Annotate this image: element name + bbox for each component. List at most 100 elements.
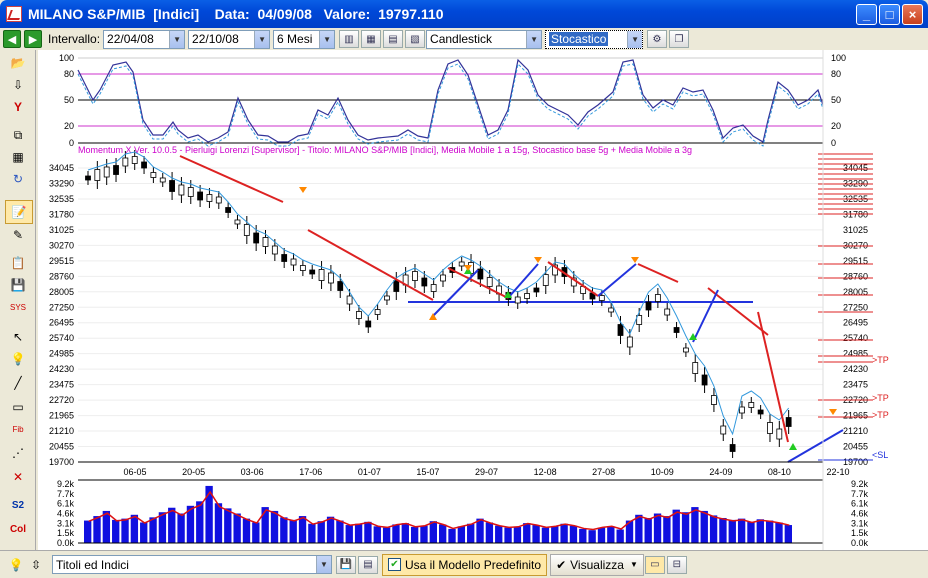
save-icon[interactable]: 💾 (336, 555, 356, 574)
volume-bar (270, 510, 279, 543)
chevron-down-icon[interactable]: ▼ (319, 30, 335, 48)
chart-bars-icon[interactable]: ▥ (339, 30, 360, 48)
candle-body (262, 237, 269, 247)
candle-body (374, 309, 381, 315)
list-select[interactable]: Titoli ed Indici ▼ (52, 555, 332, 574)
lightbulb-icon[interactable]: 💡 (6, 556, 26, 574)
candle-body (234, 219, 241, 225)
edit-icon[interactable]: ✎ (8, 226, 28, 244)
chart-type-value: Candlestick (430, 32, 493, 46)
price-tick-left: 31780 (49, 209, 74, 219)
volume-bar (308, 523, 316, 543)
price-tick-left: 21965 (49, 411, 74, 421)
interval-label: Intervallo: (48, 32, 101, 46)
chevron-down-icon[interactable]: ▼ (627, 30, 643, 48)
volume-bar (214, 503, 223, 543)
close-button[interactable]: × (902, 4, 923, 25)
chart-icon[interactable]: ▦ (8, 148, 28, 166)
layout-single-icon[interactable]: ▭ (644, 555, 665, 574)
price-tick-left: 25740 (49, 333, 74, 343)
price-tick-left: 21210 (49, 426, 74, 436)
yahoo-icon[interactable]: Y (8, 98, 28, 116)
candle-body (608, 307, 615, 313)
trend-line-icon[interactable]: ⋰ (8, 444, 28, 462)
maximize-button[interactable]: □ (879, 4, 900, 25)
toolbar: ◀ ▶ Intervallo: 22/04/08 ▼ 22/10/08 ▼ 6 Me… (0, 28, 928, 50)
volume-bar (579, 528, 587, 543)
chart-svg[interactable]: Momentum X Ver. 10.0.5 - Pierluigi Loren… (38, 50, 928, 550)
draw-line-icon[interactable]: ╱ (8, 374, 28, 392)
chevron-down-icon[interactable]: ▼ (316, 556, 331, 573)
chart-layers-icon[interactable]: ▧ (405, 30, 426, 48)
chart-zoom-icon[interactable]: ▦ (361, 30, 382, 48)
chevron-down-icon[interactable]: ▼ (169, 30, 185, 48)
volume-bar (569, 525, 578, 543)
date-tick: 01-07 (358, 467, 381, 477)
save-icon[interactable]: 💾 (8, 276, 28, 294)
candle-body (215, 196, 222, 204)
stoch-tick-right: 100 (831, 53, 846, 63)
candle-body (309, 269, 316, 275)
price-tick-left: 30270 (49, 240, 74, 250)
volume-bar (93, 516, 101, 543)
volume-tick-left: 9.2k (57, 479, 75, 489)
chevron-down-icon[interactable]: ▼ (254, 30, 270, 48)
price-tick-right: 21965 (843, 411, 868, 421)
open-folder-icon[interactable]: 📂 (8, 54, 28, 72)
candle-body (654, 294, 661, 302)
volume-bar (102, 510, 111, 543)
forward-arrow-icon[interactable]: ▶ (24, 30, 42, 48)
price-tick-right: 20455 (843, 442, 868, 452)
settings-icon[interactable]: ▤ (358, 555, 378, 574)
price-tick-right: 19700 (843, 457, 868, 467)
notes-icon[interactable]: 📝 (5, 200, 33, 224)
date-to-select[interactable]: 22/10/08 ▼ (188, 29, 271, 49)
chart-type-select[interactable]: Candlestick ▼ (426, 29, 543, 49)
back-arrow-icon[interactable]: ◀ (3, 30, 21, 48)
candle-body (206, 194, 213, 202)
candle-body (720, 425, 727, 435)
pointer-icon[interactable]: ↖ (8, 328, 28, 346)
date-from-select[interactable]: 22/04/08 ▼ (103, 29, 186, 49)
splitter-icon[interactable]: ⇳ (26, 556, 46, 574)
layout-split-icon[interactable]: ⊟ (666, 555, 687, 574)
trend-line-red (707, 287, 769, 336)
rectangle-icon[interactable]: ▭ (8, 398, 28, 416)
date-to-value: 22/10/08 (192, 32, 239, 46)
indicator-select[interactable]: Stocastico ▼ (545, 29, 644, 49)
price-tick-right: 25740 (843, 333, 868, 343)
delete-icon[interactable]: ✕ (8, 468, 28, 486)
volume-tick-left: 1.5k (57, 528, 75, 538)
chart-grid-icon[interactable]: ▤ (383, 30, 404, 48)
volume-bar (410, 526, 419, 543)
color-icon[interactable]: Col (8, 520, 28, 538)
price-tick-right: 23475 (843, 380, 868, 390)
system-icon[interactable]: SYS (8, 298, 28, 316)
volume-bar (112, 519, 120, 543)
minimize-button[interactable]: _ (856, 4, 877, 25)
volume-tick-right: 4.6k (851, 509, 869, 519)
copy-chart-icon[interactable]: ⧉ (8, 126, 28, 144)
clipboard-icon[interactable]: 📋 (8, 254, 28, 272)
price-tick-left: 32535 (49, 194, 74, 204)
stoch-tick-right: 50 (831, 95, 841, 105)
s2-icon[interactable]: S2 (8, 496, 28, 514)
download-icon[interactable]: ⇩ (8, 76, 28, 94)
view-menu-button[interactable]: ✔ Visualizza ▼ (550, 553, 644, 576)
fibonacci-icon[interactable]: Fib (8, 420, 28, 438)
volume-bar (541, 527, 550, 543)
default-model-toggle[interactable]: ✔ Usa il Modello Predefinito (382, 553, 548, 576)
left-toolbar: 📂 ⇩ Y ⧉ ▦ ↻ 📝 ✎ 📋 💾 SYS ↖ 💡 ╱ ▭ Fib ⋰ ✕ … (0, 50, 36, 550)
volume-tick-right: 9.2k (851, 479, 869, 489)
window-layout-icon[interactable]: ❐ (669, 30, 690, 48)
period-select[interactable]: 6 Mesi ▼ (273, 29, 336, 49)
lightbulb-icon[interactable]: 💡 (8, 350, 28, 368)
chevron-down-icon[interactable]: ▼ (526, 30, 542, 48)
title-bar: MILANO S&P/MIB [Indici] Data: 04/09/08 V… (0, 0, 928, 28)
refresh-icon[interactable]: ↻ (8, 170, 28, 188)
candle-body (486, 277, 493, 287)
chart-area[interactable]: Momentum X Ver. 10.0.5 - Pierluigi Loren… (38, 50, 928, 550)
indicator-settings-icon[interactable]: ⚙ (647, 30, 668, 48)
candle-body (412, 271, 418, 281)
volume-bar (616, 529, 624, 543)
